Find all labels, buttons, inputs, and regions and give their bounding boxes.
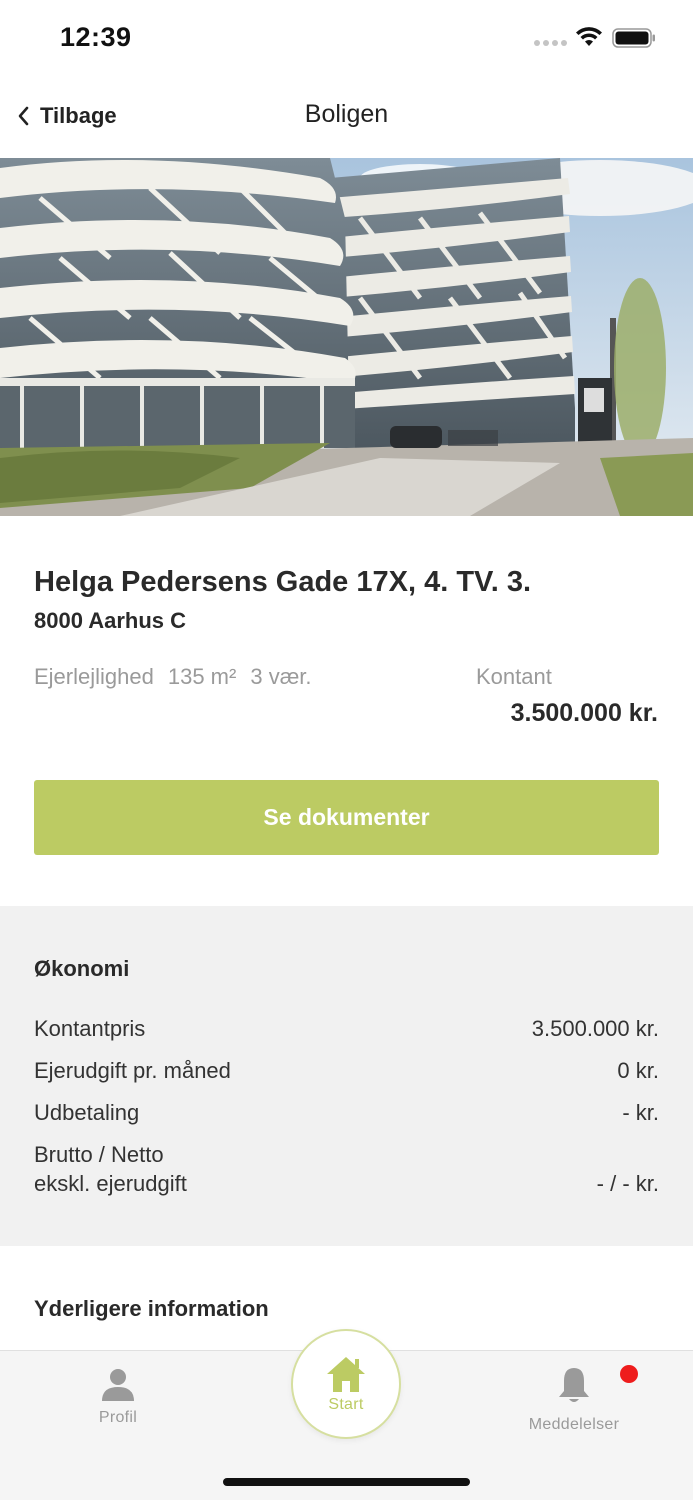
economy-row-cash-price: Kontantpris 3.500.000 kr. [34,1014,659,1043]
property-area: 135 m² [167,664,237,689]
economy-row-value: - kr. [622,1100,659,1125]
status-bar: 12:39 [0,0,693,80]
tab-start[interactable]: Start [291,1329,401,1439]
tab-bar: Profil Start Meddelelser [0,1329,693,1500]
battery-icon [612,28,655,48]
property-city: 8000 Aarhus C [34,608,187,633]
economy-row-label: Ejerudgift pr. måned [34,1058,231,1083]
property-address: Helga Pedersens Gade 17X, 4. TV. 3. [34,566,532,598]
see-documents-button[interactable]: Se dokumenter [34,780,659,855]
economy-row-value: 0 kr. [617,1058,659,1083]
tab-label: Start [328,1396,364,1413]
home-icon [327,1357,365,1392]
signal-icon [534,40,567,46]
property-info: Helga Pedersens Gade 17X, 4. TV. 3. 8000… [0,516,693,906]
navigation-bar: Tilbage Boligen [0,80,693,158]
economy-row-down-payment: Udbetaling - kr. [34,1098,659,1127]
economy-row-value: - / - kr. [596,1171,659,1196]
property-photo [0,158,693,516]
more-info-title: Yderligere information [34,1296,269,1321]
tab-profile[interactable]: Profil [68,1365,168,1427]
status-time: 12:39 [60,22,132,52]
economy-row-label-line1: Brutto / Netto [34,1142,164,1167]
page-title: Boligen [304,100,389,128]
economy-row-monthly-cost: Ejerudgift pr. måned 0 kr. [34,1056,659,1085]
economy-row-value: 3.500.000 kr. [531,1016,659,1041]
economy-row-label: Kontantpris [34,1016,146,1041]
economy-row-label: Udbetaling [34,1100,140,1125]
person-icon [102,1369,134,1401]
economy-row-label-line2: ekskl. ejerudgift [34,1171,187,1196]
tab-label: Profil [98,1409,138,1426]
economy-row-label: Brutto / Netto ekskl. ejerudgift [34,1140,187,1198]
home-indicator [223,1478,470,1486]
economy-section: Økonomi Kontantpris 3.500.000 kr. Ejerud… [0,906,693,1246]
notification-badge [620,1365,638,1383]
price-value: 3.500.000 kr. [510,699,658,727]
wifi-icon [576,27,602,46]
bell-icon [559,1368,589,1402]
property-type: Ejerlejlighed [34,664,154,689]
tab-label: Meddelelser [528,1416,620,1433]
economy-title: Økonomi [34,956,130,981]
economy-row-gross-net: Brutto / Netto ekskl. ejerudgift - / - k… [34,1140,659,1198]
property-meta: Ejerlejlighed 135 m² 3 vær. [34,664,311,690]
tab-notifications[interactable]: Meddelelser [515,1365,638,1434]
price-label: Kontant [476,664,552,689]
property-rooms: 3 vær. [250,664,312,689]
